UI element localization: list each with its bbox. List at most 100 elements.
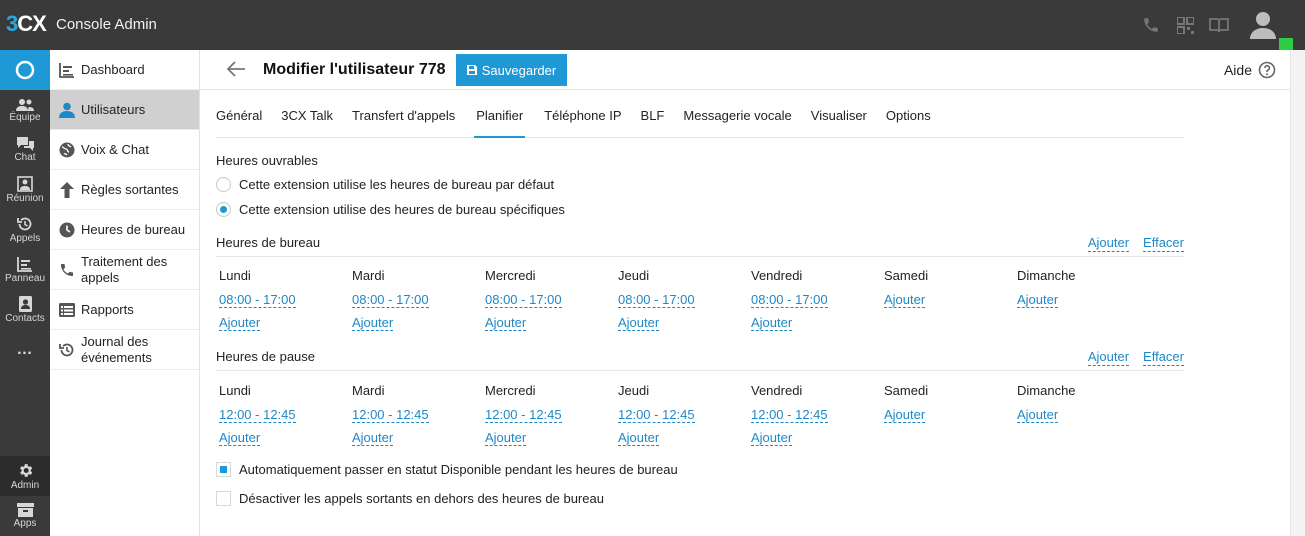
home-button[interactable] bbox=[0, 50, 50, 90]
scrollbar[interactable] bbox=[1290, 50, 1305, 536]
break-hours-add-link[interactable]: Ajouter bbox=[1087, 349, 1130, 366]
add-time-link[interactable]: Ajouter bbox=[618, 430, 660, 446]
tab-telephone-ip[interactable]: Téléphone IP bbox=[544, 98, 621, 138]
break-hours-heading: Heures de pause bbox=[216, 349, 316, 364]
user-icon bbox=[58, 101, 76, 119]
rail-item-admin[interactable]: Admin bbox=[0, 456, 50, 496]
sidebar-item-heures-de-bureau[interactable]: Heures de bureau bbox=[50, 210, 199, 250]
app-title: Console Admin bbox=[56, 16, 157, 33]
tab-messagerie-vocale[interactable]: Messagerie vocale bbox=[683, 98, 791, 138]
rail-item-more[interactable]: … bbox=[0, 330, 50, 370]
add-time-link[interactable]: Ajouter bbox=[485, 315, 527, 331]
office-hours-clear-link[interactable]: Effacer bbox=[1143, 235, 1184, 252]
day-name: Samedi bbox=[884, 268, 929, 283]
time-range-link[interactable]: 12:00 - 12:45 bbox=[618, 407, 695, 423]
tab-3cx-talk[interactable]: 3CX Talk bbox=[281, 98, 333, 138]
rail-item-chat[interactable]: Chat bbox=[0, 130, 50, 170]
question-circle-icon bbox=[1258, 61, 1276, 79]
contacts-icon bbox=[18, 296, 32, 312]
online-status-badge bbox=[1279, 38, 1293, 50]
break-day-lundi: Lundi 12:00 - 12:45 Ajouter bbox=[219, 383, 349, 449]
time-range-link[interactable]: 12:00 - 12:45 bbox=[352, 407, 429, 423]
phone-icon[interactable] bbox=[1141, 15, 1161, 35]
disable-outbound-checkbox[interactable] bbox=[216, 491, 231, 506]
radio-default-hours[interactable]: Cette extension utilise les heures de bu… bbox=[216, 177, 554, 192]
time-range-link[interactable]: 08:00 - 17:00 bbox=[352, 292, 429, 308]
break-day-jeudi: Jeudi 12:00 - 12:45 Ajouter bbox=[618, 383, 748, 449]
sidebar-item-regles-sortantes[interactable]: Règles sortantes bbox=[50, 170, 199, 210]
clock-icon bbox=[58, 221, 76, 239]
add-time-link[interactable]: Ajouter bbox=[751, 315, 793, 331]
day-name: Mardi bbox=[352, 268, 385, 283]
time-range-link[interactable]: 08:00 - 17:00 bbox=[219, 292, 296, 308]
add-time-link[interactable]: Ajouter bbox=[618, 315, 660, 331]
office-hours-add-link[interactable]: Ajouter bbox=[1087, 235, 1130, 252]
back-button[interactable] bbox=[226, 60, 248, 80]
office-day-vendredi: Vendredi 08:00 - 17:00 Ajouter bbox=[751, 268, 881, 334]
help-link[interactable]: Aide bbox=[1224, 61, 1276, 79]
more-icon: … bbox=[16, 341, 34, 358]
day-name: Jeudi bbox=[618, 268, 650, 283]
rail-item-contacts[interactable]: Contacts bbox=[0, 290, 50, 330]
add-time-link[interactable]: Ajouter bbox=[485, 430, 527, 446]
gear-icon bbox=[19, 463, 32, 477]
meeting-icon bbox=[17, 176, 33, 192]
time-range-link[interactable]: 12:00 - 12:45 bbox=[219, 407, 296, 423]
break-hours-clear-link[interactable]: Effacer bbox=[1143, 349, 1184, 366]
time-range-link[interactable]: 08:00 - 17:00 bbox=[751, 292, 828, 308]
save-button[interactable]: Sauvegarder bbox=[456, 54, 567, 86]
rail-item-panneau[interactable]: Panneau bbox=[0, 250, 50, 290]
disable-outbound-option[interactable]: Désactiver les appels sortants en dehors… bbox=[216, 491, 604, 506]
add-time-link[interactable]: Ajouter bbox=[884, 292, 926, 308]
tab-options[interactable]: Options bbox=[886, 98, 931, 138]
auto-available-checkbox[interactable] bbox=[216, 462, 231, 477]
office-day-mardi: Mardi 08:00 - 17:00 Ajouter bbox=[352, 268, 482, 334]
sidebar-item-journal-des-evenements[interactable]: Journal des événements bbox=[50, 330, 199, 370]
tab-planifier[interactable]: Planifier bbox=[474, 98, 526, 138]
book-icon[interactable] bbox=[1209, 15, 1229, 35]
add-time-link[interactable]: Ajouter bbox=[751, 430, 793, 446]
business-hours-heading: Heures ouvrables bbox=[216, 153, 318, 168]
radio-default-hours-input[interactable] bbox=[216, 177, 231, 192]
tab-blf[interactable]: BLF bbox=[641, 98, 665, 138]
day-name: Lundi bbox=[219, 268, 251, 283]
day-name: Jeudi bbox=[618, 383, 650, 398]
rail-item-equipe[interactable]: Équipe bbox=[0, 90, 50, 130]
tab-visualiser[interactable]: Visualiser bbox=[811, 98, 867, 138]
time-range-link[interactable]: 08:00 - 17:00 bbox=[485, 292, 562, 308]
break-day-samedi: Samedi Ajouter bbox=[884, 383, 1014, 426]
add-time-link[interactable]: Ajouter bbox=[352, 430, 394, 446]
sidebar-item-utilisateurs[interactable]: Utilisateurs bbox=[50, 90, 199, 130]
add-time-link[interactable]: Ajouter bbox=[219, 315, 261, 331]
team-icon bbox=[16, 98, 34, 111]
app-logo[interactable]: 3CX bbox=[6, 11, 47, 37]
history-icon bbox=[58, 341, 76, 359]
time-range-link[interactable]: 12:00 - 12:45 bbox=[485, 407, 562, 423]
radio-specific-hours-input[interactable] bbox=[216, 202, 231, 217]
rail-item-appels[interactable]: Appels bbox=[0, 210, 50, 250]
auto-available-option[interactable]: Automatiquement passer en statut Disponi… bbox=[216, 462, 678, 477]
add-time-link[interactable]: Ajouter bbox=[352, 315, 394, 331]
add-time-link[interactable]: Ajouter bbox=[219, 430, 261, 446]
time-range-link[interactable]: 12:00 - 12:45 bbox=[751, 407, 828, 423]
calls-history-icon bbox=[17, 217, 32, 231]
sidebar-item-traitement-des-appels[interactable]: Traitement des appels bbox=[50, 250, 199, 290]
chat-icon bbox=[16, 137, 34, 151]
sidebar-item-voix-chat[interactable]: Voix & Chat bbox=[50, 130, 199, 170]
day-name: Dimanche bbox=[1017, 383, 1076, 398]
rail-item-reunion[interactable]: Réunion bbox=[0, 170, 50, 210]
qr-code-icon[interactable] bbox=[1175, 15, 1195, 35]
time-range-link[interactable]: 08:00 - 17:00 bbox=[618, 292, 695, 308]
add-time-link[interactable]: Ajouter bbox=[884, 407, 926, 423]
rail-item-apps[interactable]: Apps bbox=[0, 496, 50, 536]
tab-transfert-d-appels[interactable]: Transfert d'appels bbox=[352, 98, 455, 138]
radio-specific-hours[interactable]: Cette extension utilise des heures de bu… bbox=[216, 202, 565, 217]
add-time-link[interactable]: Ajouter bbox=[1017, 292, 1059, 308]
break-day-mardi: Mardi 12:00 - 12:45 Ajouter bbox=[352, 383, 482, 449]
user-avatar-icon[interactable] bbox=[1243, 0, 1293, 50]
add-time-link[interactable]: Ajouter bbox=[1017, 407, 1059, 423]
break-day-vendredi: Vendredi 12:00 - 12:45 Ajouter bbox=[751, 383, 881, 449]
sidebar-item-rapports[interactable]: Rapports bbox=[50, 290, 199, 330]
tab-general[interactable]: Général bbox=[216, 98, 262, 138]
sidebar-item-dashboard[interactable]: Dashboard bbox=[50, 50, 199, 90]
